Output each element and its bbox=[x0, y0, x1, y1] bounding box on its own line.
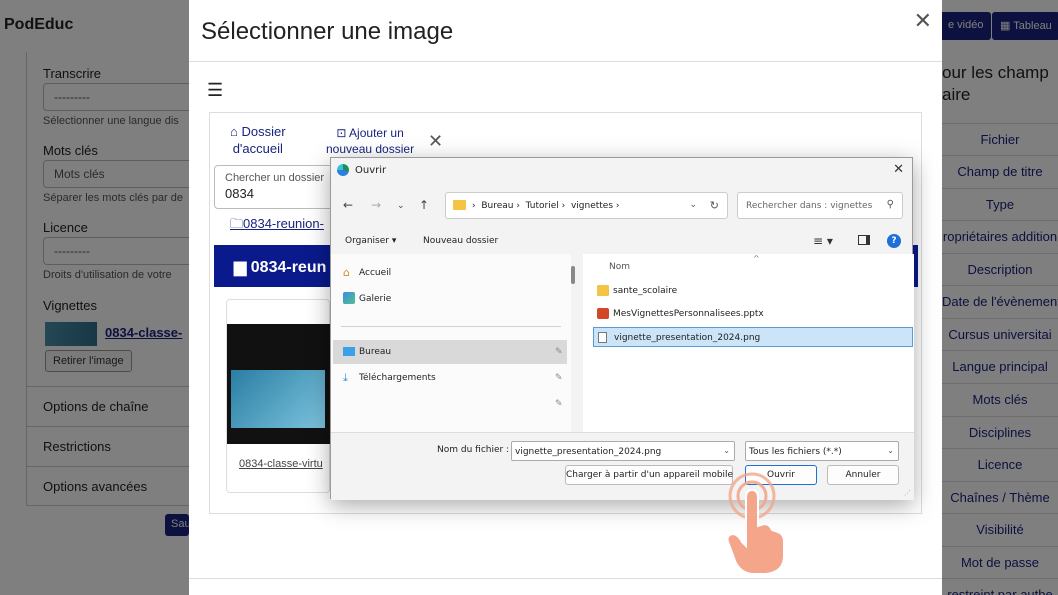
resize-grip-icon[interactable]: ⋰ bbox=[904, 489, 911, 497]
chevron-down-icon[interactable]: ⌄ bbox=[689, 200, 697, 210]
modal-title: Sélectionner une image bbox=[201, 18, 454, 45]
home-icon: ⌂ bbox=[230, 124, 238, 139]
nav-item-home[interactable]: ⌂ Accueil bbox=[343, 266, 392, 279]
nav-label: Bureau bbox=[359, 347, 392, 357]
home-folder-button[interactable]: ⌂ Dossier d'accueil bbox=[230, 123, 286, 157]
address-bar[interactable]: › Bureau › Tutoriel › vignettes › ⌄ ↻ bbox=[445, 192, 728, 219]
chevron-down-icon[interactable]: ⌄ bbox=[887, 446, 894, 455]
tap-hand-icon bbox=[726, 472, 785, 575]
search-input[interactable]: Rechercher dans : vignettes ⚲ bbox=[737, 192, 903, 219]
divider bbox=[341, 326, 561, 327]
file-name: sante_scolaire bbox=[613, 286, 678, 296]
organize-button[interactable]: Organiser ▾ bbox=[345, 236, 396, 246]
edge-icon bbox=[337, 164, 349, 176]
nav-label: Galerie bbox=[359, 294, 392, 304]
dialog-toolbar: Organiser ▾ Nouveau dossier ≡ ▾ ? bbox=[331, 230, 914, 254]
load-from-mobile-button[interactable]: Charger à partir d'un appareil mobile bbox=[565, 465, 733, 485]
file-list: ^ Nom sante_scolaire MesVignettesPersonn… bbox=[583, 254, 914, 432]
file-row[interactable]: MesVignettesPersonnalisees.pptx bbox=[593, 304, 913, 324]
chevron-down-icon[interactable]: ⌄ bbox=[723, 446, 730, 455]
home-label-line1: Dossier bbox=[241, 124, 286, 139]
home-icon: ⌂ bbox=[343, 266, 350, 279]
powerpoint-icon bbox=[597, 308, 609, 319]
pin-icon[interactable]: ✎ bbox=[555, 347, 563, 357]
menu-icon[interactable]: ☰ bbox=[207, 80, 223, 101]
current-folder-label: 0834-reun bbox=[250, 259, 327, 276]
refresh-icon[interactable]: ↻ bbox=[710, 199, 719, 212]
navigation-pane: ⌂ Accueil Galerie Bureau ⤓ Téléchargements… bbox=[331, 254, 571, 432]
dialog-title: Ouvrir bbox=[355, 165, 387, 176]
folder-icon bbox=[597, 285, 609, 296]
add-label-line2: nouveau dossier bbox=[326, 142, 415, 156]
nav-item-desktop[interactable]: Bureau bbox=[343, 347, 392, 357]
file-row-selected[interactable]: vignette_presentation_2024.png bbox=[593, 327, 913, 347]
help-icon[interactable]: ? bbox=[887, 234, 901, 248]
organize-label: Organiser bbox=[345, 236, 389, 246]
dialog-footer: Nom du fichier : vignette_presentation_2… bbox=[331, 432, 914, 500]
chevron-down-icon[interactable]: ⌄ bbox=[397, 201, 405, 211]
home-label-line2: d'accueil bbox=[232, 141, 283, 156]
folder-icon bbox=[453, 200, 466, 210]
folder-result-link[interactable]: 🗀0834-reunion- bbox=[230, 215, 324, 237]
pin-icon[interactable]: ✎ bbox=[555, 373, 563, 383]
download-icon: ⤓ bbox=[343, 371, 348, 384]
slide-preview bbox=[231, 370, 325, 428]
filename-label: Nom du fichier : bbox=[437, 445, 510, 455]
image-caption[interactable]: 0834-classe-virtu bbox=[239, 458, 323, 470]
search-placeholder: Rechercher dans : vignettes bbox=[746, 201, 873, 211]
chevron-right-icon: › bbox=[472, 201, 476, 211]
add-label-line1: Ajouter un bbox=[349, 126, 404, 140]
search-icon: ⚲ bbox=[886, 199, 894, 210]
back-arrow-icon[interactable]: ← bbox=[343, 198, 353, 212]
file-name: MesVignettesPersonnalisees.pptx bbox=[613, 309, 764, 319]
column-header-name[interactable]: Nom bbox=[609, 262, 630, 272]
nav-item-downloads[interactable]: ⤓ Téléchargements bbox=[343, 371, 436, 384]
sort-arrow-icon: ^ bbox=[753, 254, 760, 263]
breadcrumb-item[interactable]: vignettes bbox=[571, 201, 613, 211]
folder-icon: ▆ bbox=[234, 259, 247, 276]
filetype-select[interactable]: Tous les fichiers (*.*) ⌄ bbox=[745, 441, 899, 461]
add-folder-button[interactable]: ⊡ Ajouter un nouveau dossier bbox=[326, 125, 414, 157]
close-icon[interactable]: ✕ bbox=[893, 162, 904, 177]
file-row[interactable]: sante_scolaire bbox=[593, 281, 913, 301]
clear-icon[interactable]: ✕ bbox=[428, 131, 443, 152]
filename-input[interactable]: vignette_presentation_2024.png ⌄ bbox=[511, 441, 735, 461]
cancel-button[interactable]: Annuler bbox=[827, 465, 899, 485]
view-options-icon[interactable]: ≡ ▾ bbox=[813, 234, 833, 248]
close-icon[interactable]: ✕ bbox=[914, 8, 932, 34]
nav-item-gallery[interactable]: Galerie bbox=[343, 292, 392, 304]
image-file-icon bbox=[598, 332, 607, 343]
new-folder-button[interactable]: Nouveau dossier bbox=[423, 236, 498, 246]
filetype-value: Tous les fichiers (*.*) bbox=[749, 447, 842, 457]
image-thumbnail bbox=[227, 324, 331, 444]
desktop-icon bbox=[343, 347, 355, 356]
nav-label: Téléchargements bbox=[359, 373, 436, 383]
folder-result-label: 0834-reunion- bbox=[243, 216, 324, 231]
divider bbox=[189, 578, 942, 579]
breadcrumb-item[interactable]: Bureau bbox=[481, 201, 513, 211]
scrollbar[interactable] bbox=[571, 266, 575, 284]
forward-arrow-icon[interactable]: → bbox=[371, 198, 381, 212]
breadcrumb-item[interactable]: Tutoriel bbox=[526, 201, 559, 211]
pin-icon[interactable]: ✎ bbox=[555, 399, 563, 409]
gallery-icon bbox=[343, 292, 355, 304]
current-folder-title: ▆ 0834-reun bbox=[234, 257, 326, 277]
preview-pane-icon[interactable] bbox=[858, 235, 870, 245]
nav-label: Accueil bbox=[359, 268, 392, 278]
open-file-dialog: Ouvrir ✕ ← → ⌄ ↑ › Bureau › Tutoriel › v… bbox=[330, 157, 914, 500]
up-arrow-icon[interactable]: ↑ bbox=[419, 198, 429, 212]
add-folder-icon: ⊡ bbox=[336, 126, 347, 140]
filename-value: vignette_presentation_2024.png bbox=[515, 447, 662, 457]
file-name: vignette_presentation_2024.png bbox=[614, 333, 761, 343]
divider bbox=[189, 61, 942, 62]
image-card[interactable]: 0834-classe-virtu bbox=[226, 299, 331, 493]
